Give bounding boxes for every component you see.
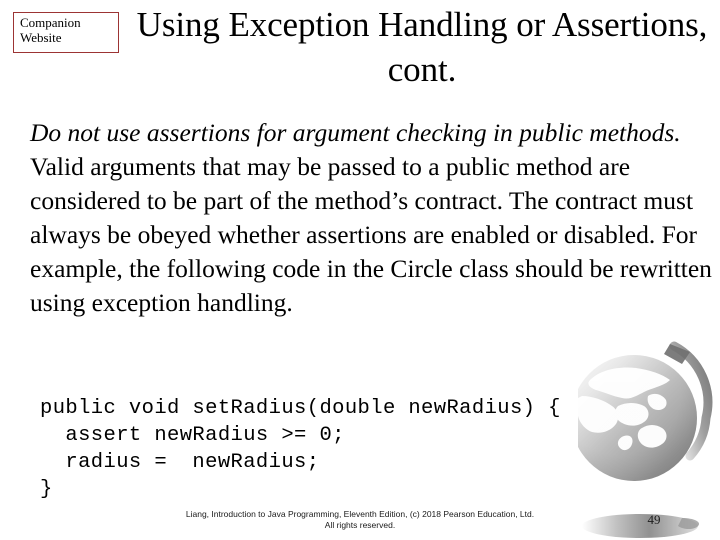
companion-website-line-1: Companion (20, 15, 81, 30)
body-emphasis: Do not use assertions for argument check… (30, 118, 681, 147)
footer-line-2: All rights reserved. (324, 520, 396, 530)
footer-line-1: Liang, Introduction to Java Programming,… (185, 509, 535, 519)
code-sample: public void setRadius(double newRadius) … (40, 397, 561, 501)
slide-title: Using Exception Handling or Assertions, … (136, 5, 708, 89)
page-number: 49 (647, 512, 661, 527)
body-paragraph: Do not use assertions for argument check… (30, 116, 720, 320)
companion-website-badge[interactable]: Companion Website (13, 12, 119, 53)
footer-attribution: Liang, Introduction to Java Programming,… (110, 509, 610, 531)
body-remainder: Valid arguments that may be passed to a … (30, 152, 712, 317)
slide-canvas: Companion Website Using Exception Handli… (0, 0, 720, 540)
companion-website-line-2: Website (20, 29, 62, 45)
